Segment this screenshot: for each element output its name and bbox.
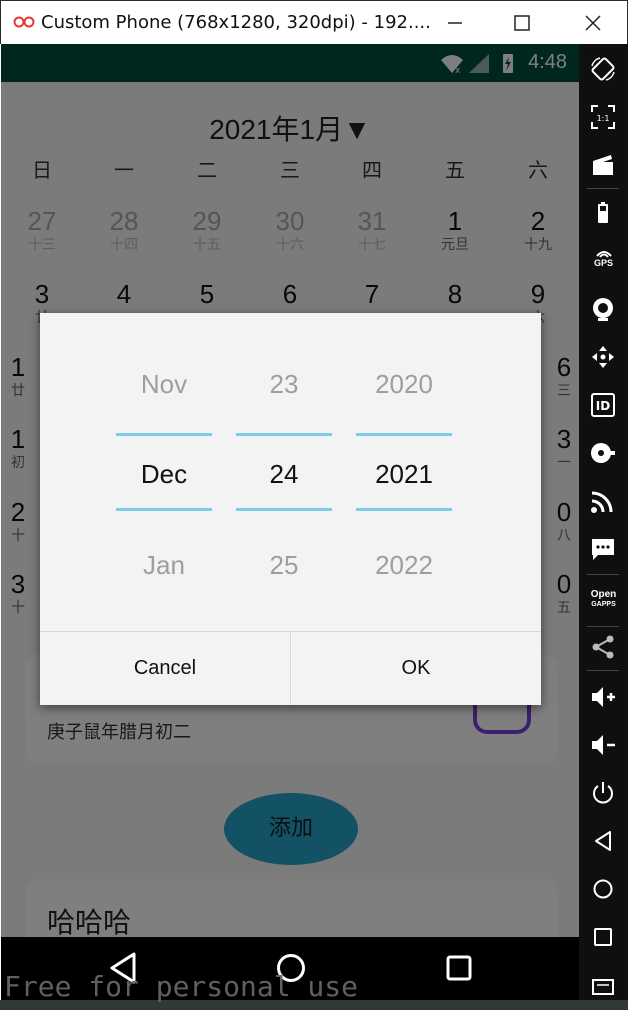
picker-divider bbox=[236, 508, 332, 511]
power-icon[interactable] bbox=[590, 780, 616, 806]
genymotion-icon bbox=[13, 16, 35, 28]
toolbar-separator bbox=[587, 188, 619, 189]
window-title-bar: Custom Phone (768x1280, 320dpi) - 192...… bbox=[0, 0, 628, 44]
day-prev[interactable]: 23 bbox=[236, 369, 332, 400]
sms-icon[interactable] bbox=[590, 536, 616, 562]
maximize-icon[interactable] bbox=[510, 11, 534, 35]
emulator-toolbar: 1:1 GPS ID Open GAPPS bbox=[579, 44, 628, 1000]
minimize-icon[interactable] bbox=[443, 11, 467, 35]
day-current[interactable]: 24 bbox=[236, 459, 332, 490]
toolbar-separator bbox=[587, 626, 619, 627]
remote-control-icon[interactable] bbox=[590, 344, 616, 370]
disk-io-icon[interactable] bbox=[590, 440, 616, 466]
pixel-perfect-icon[interactable]: 1:1 bbox=[590, 104, 616, 130]
capture-icon[interactable] bbox=[590, 152, 616, 178]
day-next[interactable]: 25 bbox=[236, 550, 332, 581]
battery-icon[interactable] bbox=[590, 200, 616, 226]
open-gapps-label-2: GAPPS bbox=[591, 601, 616, 608]
year-prev[interactable]: 2020 bbox=[356, 369, 452, 400]
picker-divider bbox=[116, 433, 212, 436]
month-next[interactable]: Jan bbox=[116, 550, 212, 581]
month-picker[interactable]: Nov Dec Jan bbox=[116, 313, 212, 631]
recents-icon[interactable] bbox=[445, 954, 473, 982]
month-prev[interactable]: Nov bbox=[116, 369, 212, 400]
year-next[interactable]: 2022 bbox=[356, 550, 452, 581]
month-current[interactable]: Dec bbox=[116, 459, 212, 490]
gps-icon[interactable]: GPS bbox=[579, 248, 628, 268]
open-gapps-icon[interactable]: Open GAPPS bbox=[579, 590, 628, 609]
watermark-text: Free for personal use bbox=[4, 970, 359, 1003]
toolbar-separator bbox=[587, 670, 619, 671]
phone-screen: x 4:48 2021年1月▼ 日 一 二 三 四 五 六 27十三 28十四 … bbox=[1, 44, 579, 1000]
share-icon[interactable] bbox=[590, 634, 616, 660]
rotate-icon[interactable] bbox=[590, 56, 616, 82]
svg-text:1:1: 1:1 bbox=[597, 114, 610, 123]
camera-icon[interactable] bbox=[590, 296, 616, 322]
ok-button[interactable]: OK bbox=[291, 632, 541, 705]
date-picker-dialog: Nov Dec Jan 23 24 25 2020 2021 2022 Canc… bbox=[40, 313, 541, 705]
volume-up-icon[interactable] bbox=[590, 684, 616, 710]
back-icon[interactable] bbox=[590, 828, 616, 854]
year-current[interactable]: 2021 bbox=[356, 459, 452, 490]
window-title: Custom Phone (768x1280, 320dpi) - 192...… bbox=[41, 12, 431, 33]
menu-icon[interactable] bbox=[590, 974, 616, 1000]
toolbar-separator bbox=[587, 574, 619, 575]
svg-text:ID: ID bbox=[596, 399, 610, 413]
cancel-button[interactable]: Cancel bbox=[40, 632, 290, 705]
picker-divider bbox=[116, 508, 212, 511]
volume-down-icon[interactable] bbox=[590, 732, 616, 758]
picker-divider bbox=[356, 433, 452, 436]
picker-divider bbox=[236, 433, 332, 436]
close-icon[interactable] bbox=[581, 11, 605, 35]
open-gapps-label-1: Open bbox=[590, 589, 617, 600]
gps-label: GPS bbox=[593, 258, 613, 268]
day-picker[interactable]: 23 24 25 bbox=[236, 313, 332, 631]
cast-icon[interactable] bbox=[590, 488, 616, 514]
recents-icon[interactable] bbox=[590, 924, 616, 950]
home-icon[interactable] bbox=[590, 876, 616, 902]
identifiers-icon[interactable]: ID bbox=[590, 392, 616, 418]
year-picker[interactable]: 2020 2021 2022 bbox=[356, 313, 452, 631]
picker-divider bbox=[356, 508, 452, 511]
emulator-window: Custom Phone (768x1280, 320dpi) - 192...… bbox=[0, 0, 628, 1010]
